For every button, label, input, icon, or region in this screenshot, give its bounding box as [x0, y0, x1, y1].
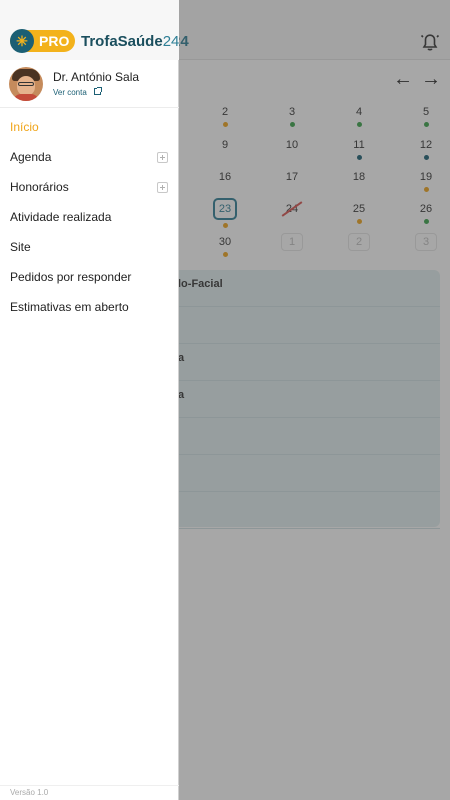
menu-item[interactable]: Honorários	[0, 173, 179, 203]
menu-item[interactable]: Atividade realizada	[0, 203, 179, 233]
menu-item[interactable]: Pedidos por responder	[0, 263, 179, 293]
sun-logo-icon: ✳	[10, 29, 34, 53]
menu-item-label: Site	[10, 240, 31, 254]
navigation-drawer: ✳ PRO TrofaSaúde24 Dr. António Sala Ver …	[0, 0, 179, 800]
brand-name: TrofaSaúde24	[81, 33, 179, 50]
pro-badge: ✳ PRO	[10, 29, 75, 53]
view-account-link[interactable]: Ver conta	[53, 88, 87, 97]
menu-item-label: Início	[10, 120, 39, 134]
menu-item-label: Estimativas em aberto	[10, 300, 129, 314]
menu-item[interactable]: Início	[0, 113, 179, 143]
drawer-brand-bar: ✳ PRO TrofaSaúde24	[0, 0, 179, 60]
expand-plus-icon[interactable]	[157, 152, 168, 163]
version-label: Versão 1.0	[10, 788, 49, 797]
menu-item-label: Honorários	[10, 180, 69, 194]
menu-item-label: Agenda	[10, 150, 52, 164]
divider	[0, 785, 179, 786]
avatar[interactable]	[9, 67, 43, 101]
brand-name-text: TrofaSaúde	[81, 33, 163, 50]
menu-item[interactable]: Site	[0, 233, 179, 263]
external-link-icon[interactable]	[94, 87, 102, 95]
drawer-menu: Início Agenda Honorários Atividade realizad…	[0, 113, 179, 323]
menu-item-label: Atividade realizada	[10, 210, 112, 224]
menu-item[interactable]: Estimativas em aberto	[0, 293, 179, 323]
pro-label: PRO	[39, 33, 70, 49]
profile-section[interactable]: Dr. António Sala Ver conta	[0, 60, 179, 108]
expand-plus-icon[interactable]	[157, 182, 168, 193]
brand-name-number: 24	[162, 33, 180, 50]
menu-item[interactable]: Agenda	[0, 143, 179, 173]
profile-name: Dr. António Sala	[53, 70, 140, 84]
menu-item-label: Pedidos por responder	[10, 270, 132, 284]
